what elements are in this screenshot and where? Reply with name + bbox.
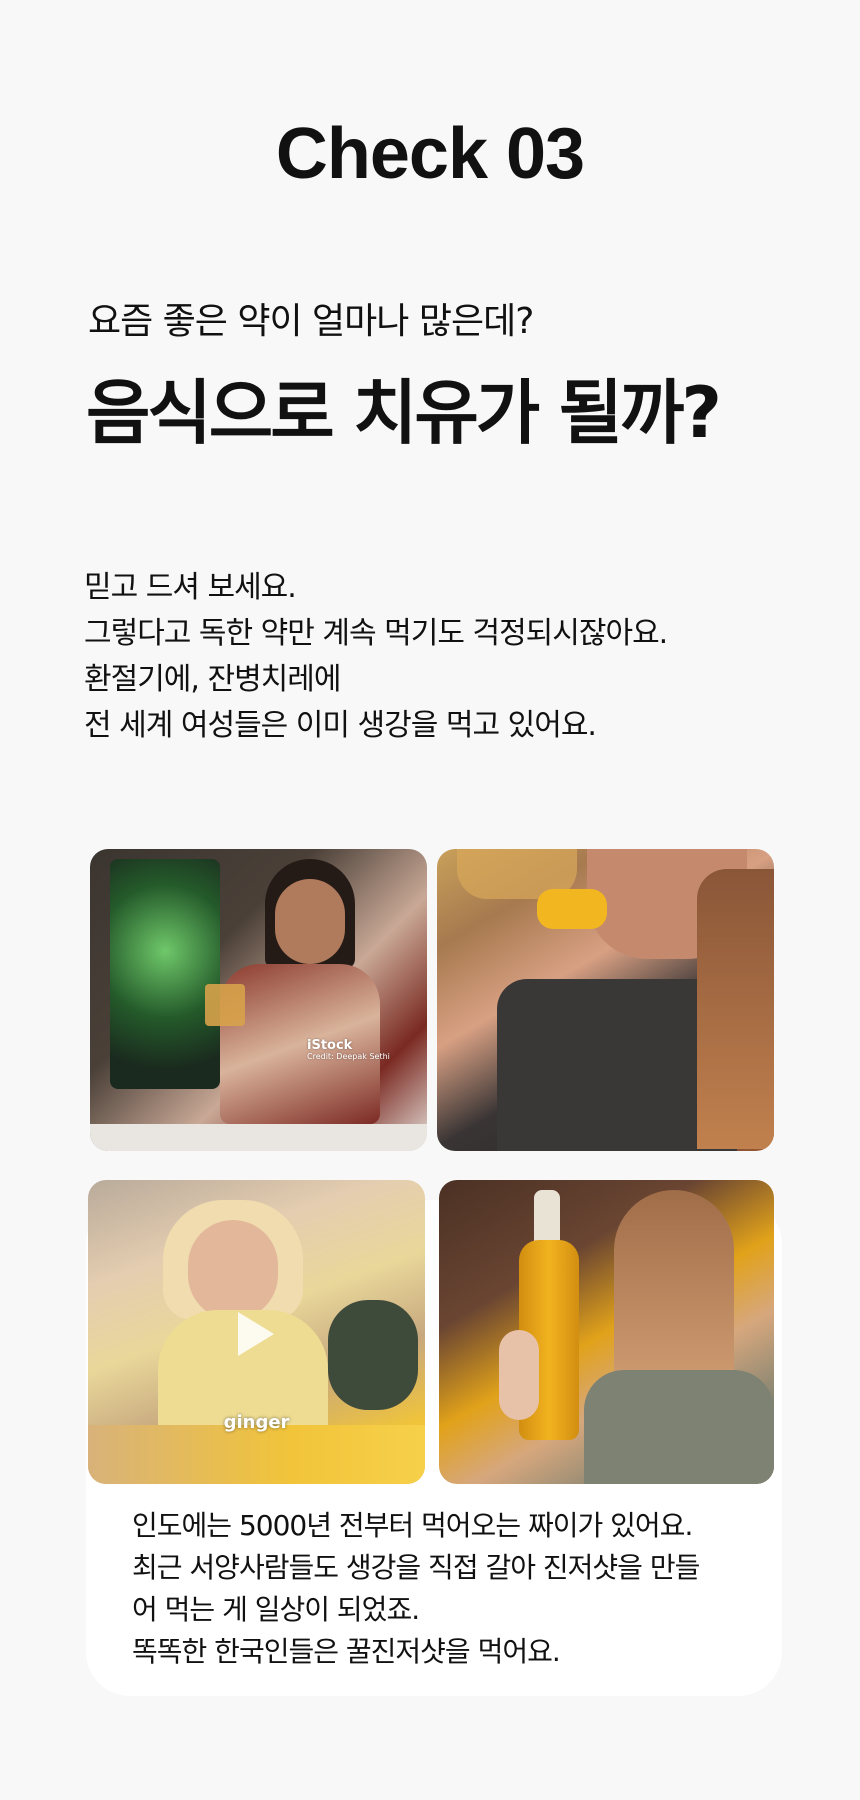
photo-watermark: iStock Credit: Deepak Sethi (307, 1038, 390, 1062)
video-caption: ginger (223, 1412, 290, 1433)
section-title: Check 03 (275, 114, 585, 194)
body-line: 전 세계 여성들은 이미 생강을 먹고 있어요. (84, 708, 597, 743)
card-line: 최근 서양사람들도 생강을 직접 갈아 진저샷을 만들 (132, 1551, 700, 1584)
play-icon[interactable] (238, 1312, 274, 1356)
card-text: 인도에는 5000년 전부터 먹어오는 짜이가 있어요. 최근 서양사람들도 생… (132, 1505, 700, 1673)
card-line: 어 먹는 게 일상이 되었죠. (132, 1593, 420, 1626)
body-line: 그렇다고 독한 약만 계속 먹기도 걱정되시잖아요. (84, 616, 668, 651)
photo-woman-drinking-shot (437, 849, 774, 1151)
photo-woman-juice-bottle (439, 1180, 774, 1484)
body-text: 믿고 드셔 보세요. 그렇다고 독한 약만 계속 먹기도 걱정되시잖아요. 환절… (84, 565, 668, 749)
photo-woman-tea: iStock Credit: Deepak Sethi (90, 849, 427, 1151)
card-line: 똑똑한 한국인들은 꿀진저샷을 먹어요. (132, 1635, 561, 1668)
headline: 음식으로 치유가 될까? (86, 372, 722, 454)
card-line: 인도에는 5000년 전부터 먹어오는 짜이가 있어요. (132, 1509, 693, 1542)
sub-question: 요즘 좋은 약이 얼마나 많은데? (88, 301, 534, 342)
photo-woman-cutting-ginger: ginger (88, 1180, 425, 1484)
body-line: 환절기에, 잔병치레에 (84, 662, 341, 697)
body-line: 믿고 드셔 보세요. (84, 570, 297, 605)
